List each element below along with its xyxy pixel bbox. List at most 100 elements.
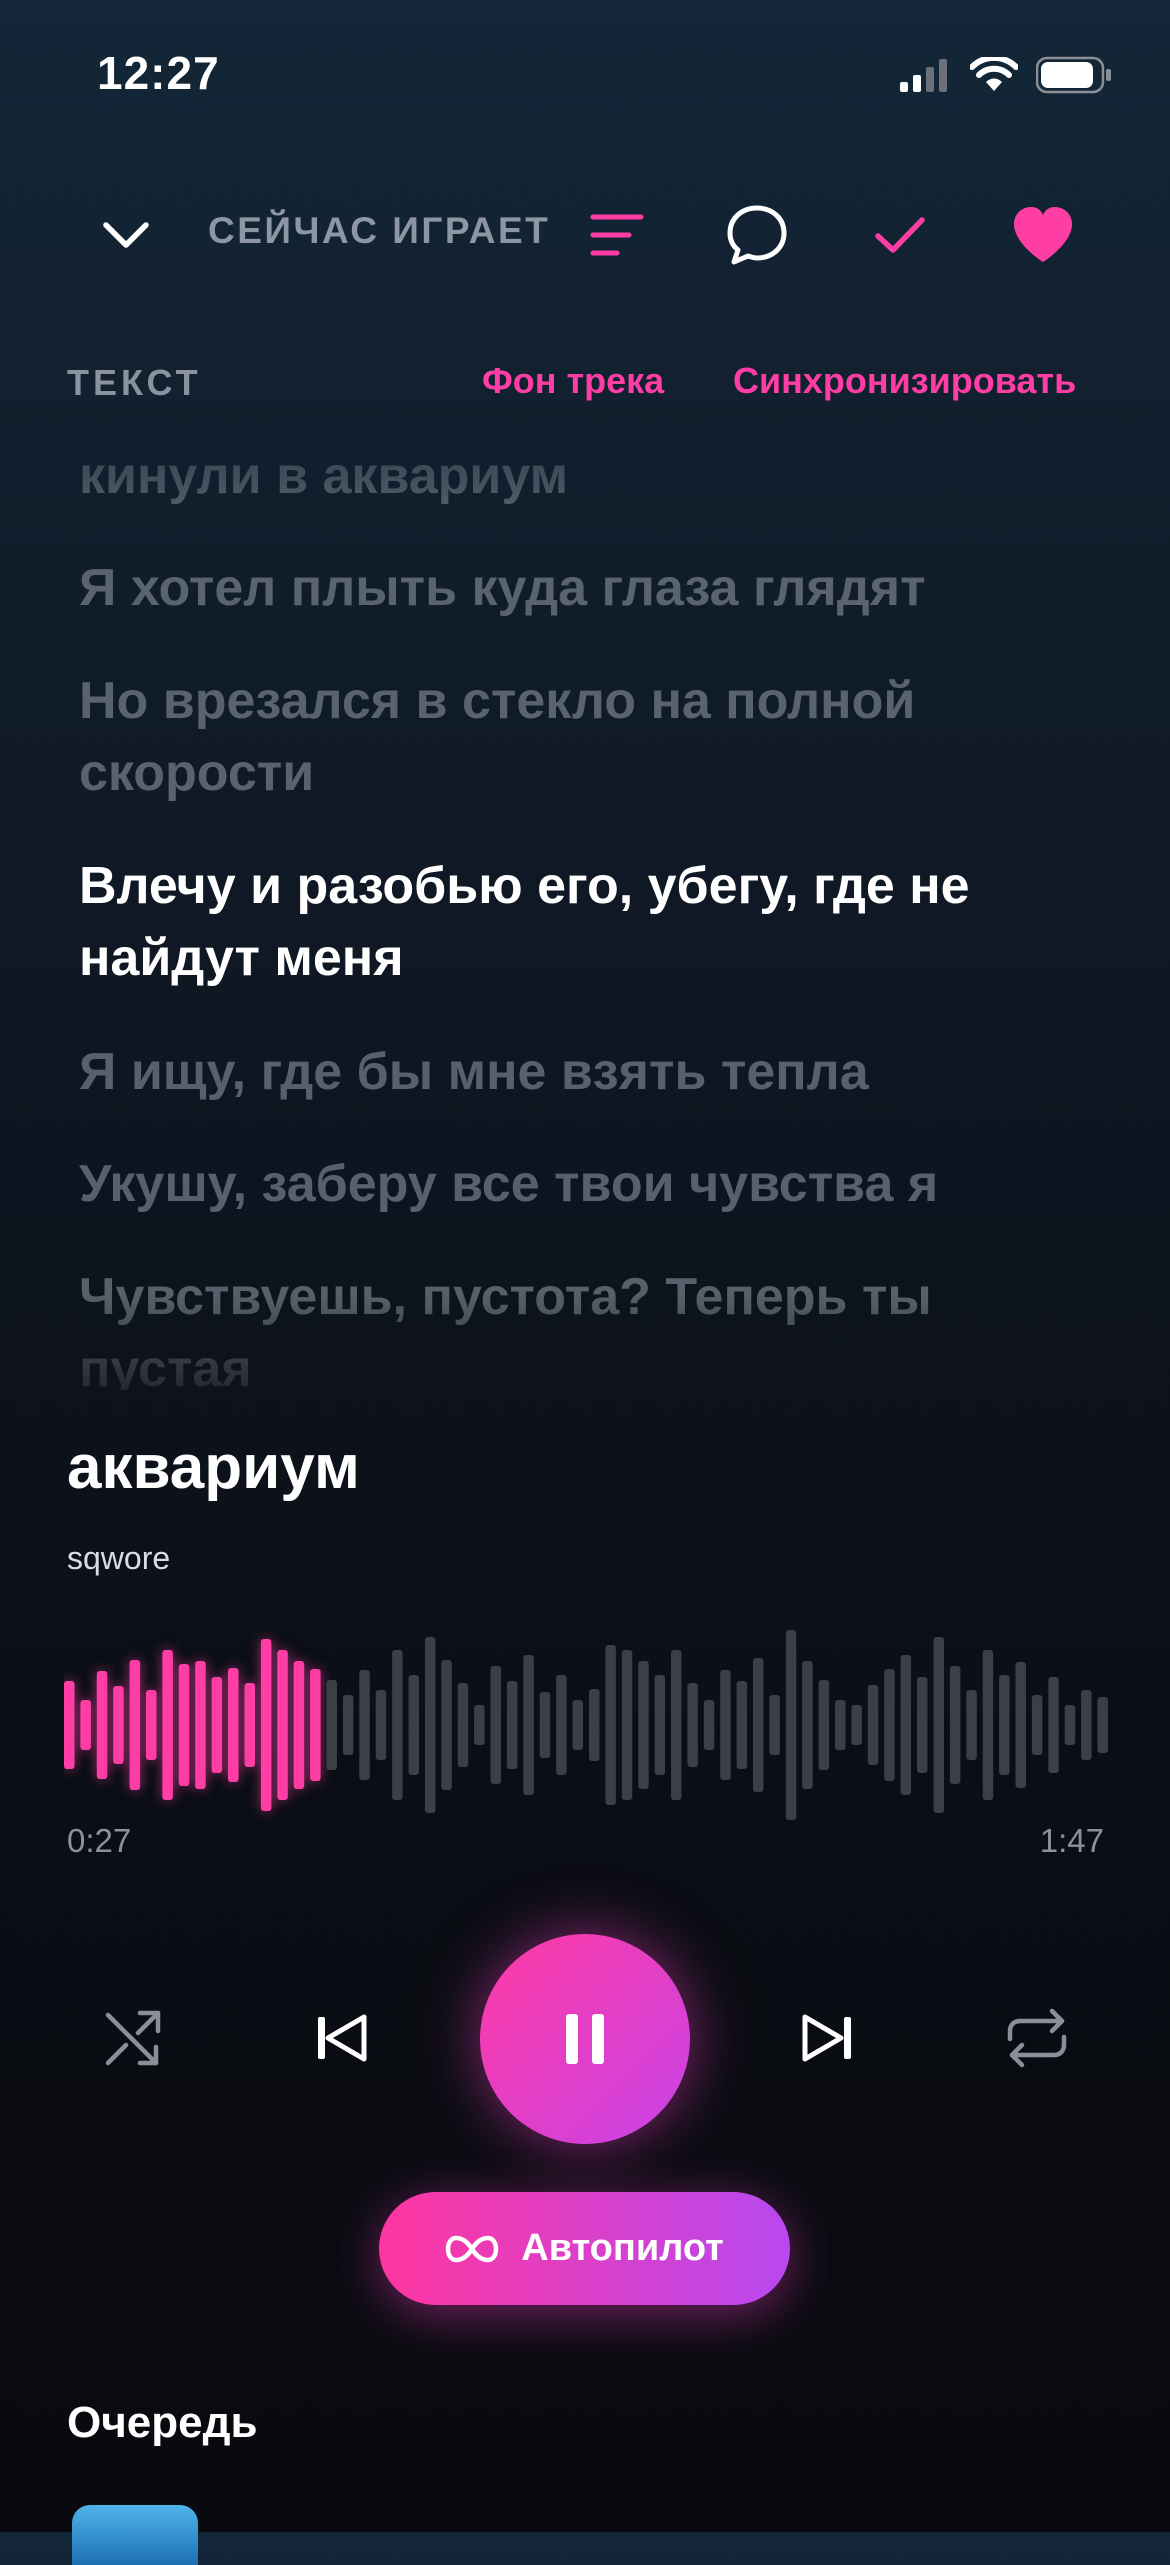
autopilot-label: Автопилот xyxy=(521,2227,724,2269)
saved-button[interactable] xyxy=(870,205,930,265)
waveform-bar xyxy=(654,1675,666,1775)
pause-icon xyxy=(566,2014,604,2064)
waveform-bar xyxy=(703,1700,715,1750)
waveform-bar xyxy=(523,1655,534,1795)
lines-icon xyxy=(590,214,644,256)
queue-item-cover[interactable] xyxy=(72,2505,198,2565)
waveform-bar xyxy=(884,1669,895,1781)
waveform-bar xyxy=(802,1661,813,1789)
waveform-bar xyxy=(785,1630,797,1820)
lyric-line[interactable]: Я хотел плыть куда глаза глядят xyxy=(79,552,1089,624)
waveform-bar xyxy=(490,1666,501,1784)
waveform-bar xyxy=(982,1650,994,1800)
waveform-bar-played xyxy=(129,1660,141,1790)
waveform-bar xyxy=(457,1683,469,1767)
waveform-bar xyxy=(375,1690,387,1760)
waveform-bar xyxy=(671,1650,682,1800)
lyrics-label: ТЕКСТ xyxy=(67,362,202,403)
lyric-line[interactable]: кинули в аквариум xyxy=(79,440,1089,512)
waveform-bar xyxy=(408,1675,419,1775)
next-button[interactable] xyxy=(795,2005,861,2071)
waveform-bar xyxy=(1064,1705,1076,1745)
lyric-line[interactable]: Укушу, заберу все твои чувства я xyxy=(79,1148,1089,1220)
waveform-bar-played xyxy=(211,1677,223,1773)
pause-button[interactable] xyxy=(480,1934,690,2144)
waveform-bar xyxy=(1031,1695,1043,1755)
waveform-bar-played xyxy=(64,1681,75,1769)
waveform-bar xyxy=(342,1695,354,1755)
check-icon xyxy=(875,217,925,253)
waveform-seekbar[interactable] xyxy=(64,1630,1108,1820)
track-artist[interactable]: sqwore xyxy=(67,1540,170,1577)
waveform-bar-played xyxy=(228,1668,239,1782)
waveform-bar xyxy=(949,1666,961,1784)
waveform-bar xyxy=(851,1705,862,1745)
waveform-bar xyxy=(589,1689,600,1761)
status-icons xyxy=(900,52,1112,98)
waveform-bar xyxy=(999,1675,1010,1775)
waveform-bar xyxy=(359,1670,370,1780)
waveform-bar xyxy=(753,1658,764,1792)
waveform-bar-played xyxy=(80,1700,91,1750)
waveform-bar xyxy=(917,1677,928,1773)
shuffle-button[interactable] xyxy=(100,2005,166,2071)
skip-back-icon xyxy=(318,2014,367,2062)
waveform-bar-played xyxy=(178,1664,190,1786)
battery-icon xyxy=(1036,56,1111,94)
waveform-bar xyxy=(326,1680,337,1770)
previous-button[interactable] xyxy=(308,2005,374,2071)
waveform-bar-played xyxy=(146,1690,157,1760)
lyrics-panel[interactable]: кинули в аквариум Я хотел плыть куда гла… xyxy=(79,440,1089,1390)
waveform xyxy=(64,1630,1108,1820)
waveform-bar xyxy=(539,1692,551,1758)
waveform-bar xyxy=(1081,1690,1092,1760)
waveform-bar xyxy=(424,1637,436,1813)
waveform-bar-played xyxy=(96,1671,108,1779)
waveform-bar xyxy=(900,1655,912,1795)
repeat-icon xyxy=(1007,2008,1067,2068)
waveform-bar xyxy=(1048,1677,1059,1773)
signal-icon xyxy=(900,59,947,92)
waveform-bar xyxy=(1097,1697,1108,1753)
lyric-line[interactable]: Чувствуешь, пустота? Теперь ты пустая xyxy=(79,1261,1089,1390)
sync-lyrics-button[interactable]: Синхронизировать xyxy=(733,360,1076,402)
waveform-bar-played xyxy=(260,1639,272,1811)
waveform-bar xyxy=(556,1675,567,1775)
collapse-button[interactable] xyxy=(96,205,156,265)
infinity-icon xyxy=(446,2235,499,2262)
player-header: СЕЙЧАС ИГРАЕТ xyxy=(0,190,1170,280)
waveform-bar xyxy=(474,1705,485,1745)
lyric-line[interactable]: Я ищу, где бы мне взять тепла xyxy=(79,1036,1089,1108)
repeat-button[interactable] xyxy=(1002,2005,1072,2071)
waveform-bar xyxy=(867,1685,879,1765)
shuffle-icon xyxy=(105,2010,161,2066)
current-time: 0:27 xyxy=(67,1822,132,1859)
comments-button[interactable] xyxy=(722,200,792,270)
autopilot-button[interactable]: Автопилот xyxy=(379,2192,790,2305)
waveform-bar-played xyxy=(244,1683,255,1767)
waveform-bar xyxy=(638,1661,649,1789)
chat-bubble-icon xyxy=(727,205,787,265)
waveform-bar xyxy=(621,1650,633,1800)
waveform-bar xyxy=(966,1690,977,1760)
waveform-bar xyxy=(392,1650,403,1800)
status-time: 12:27 xyxy=(97,47,220,99)
waveform-bar-played xyxy=(162,1650,173,1800)
waveform-bar-played xyxy=(195,1661,206,1789)
waveform-bar xyxy=(687,1683,698,1767)
lyric-line[interactable]: Но врезался в стекло на полной скорости xyxy=(79,665,1089,809)
waveform-bar xyxy=(720,1670,731,1780)
waveform-bar xyxy=(818,1680,830,1770)
lyrics-toggle-button[interactable] xyxy=(585,203,649,267)
waveform-bar xyxy=(835,1700,846,1750)
chevron-down-icon xyxy=(103,222,149,248)
waveform-bar xyxy=(441,1660,452,1790)
skip-forward-icon xyxy=(802,2014,851,2062)
like-button[interactable] xyxy=(1008,200,1078,270)
total-time: 1:47 xyxy=(1039,1822,1104,1859)
waveform-bar-played xyxy=(277,1650,288,1800)
lyric-line-active[interactable]: Влечу и разобью его, убегу, где не найду… xyxy=(79,850,1089,994)
track-background-button[interactable]: Фон трека xyxy=(482,360,664,402)
waveform-bar xyxy=(605,1645,616,1805)
wifi-icon xyxy=(970,57,1018,91)
